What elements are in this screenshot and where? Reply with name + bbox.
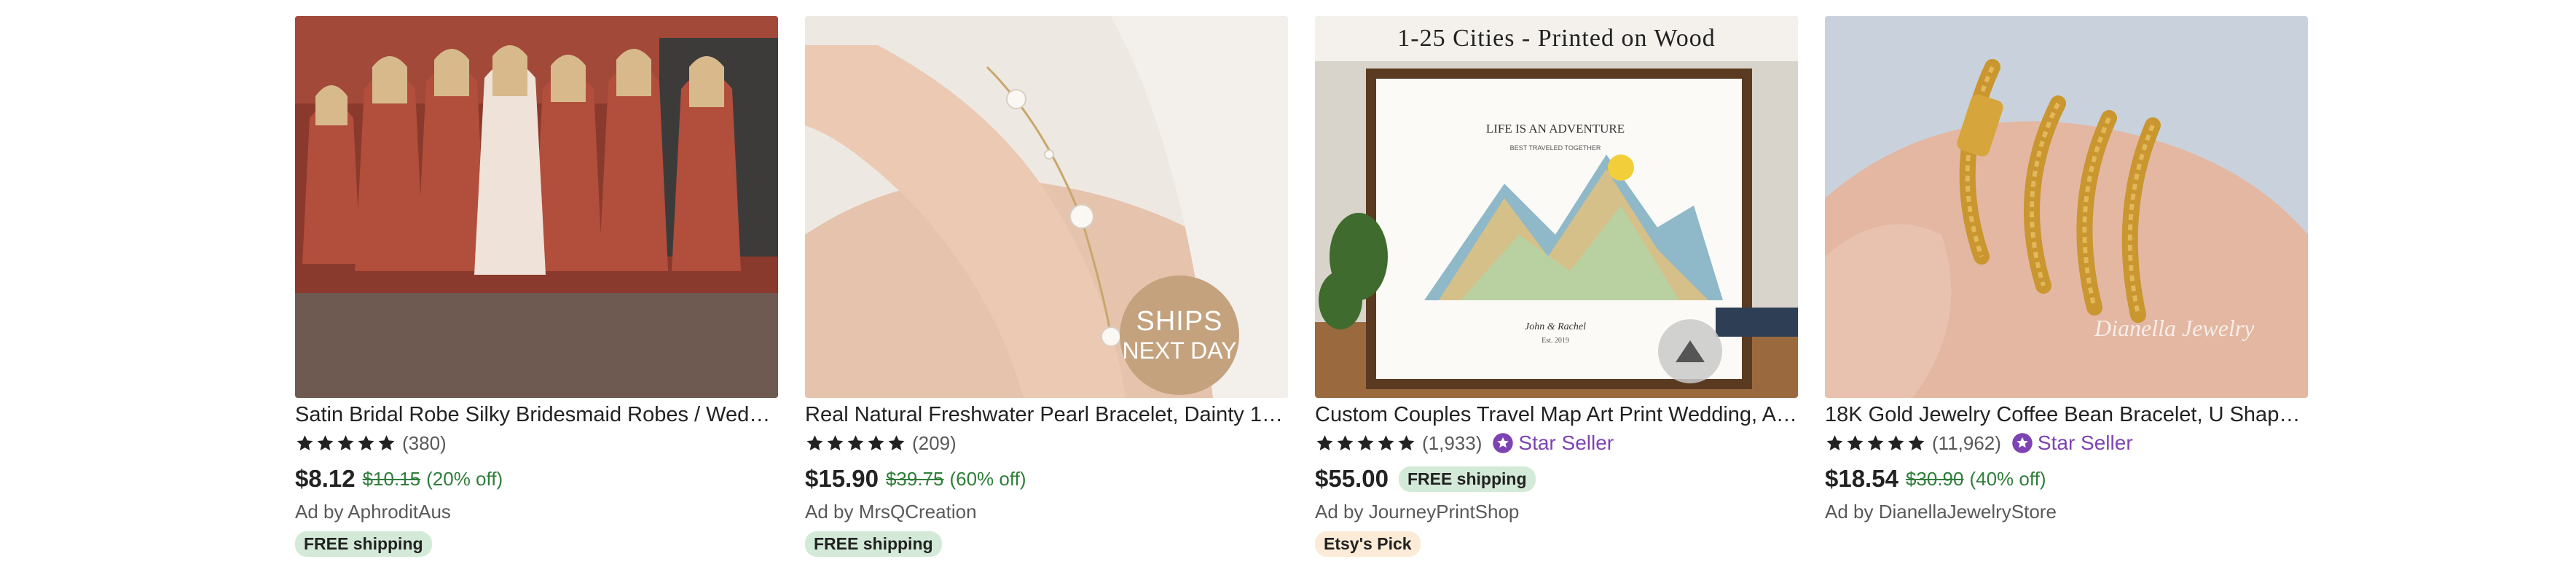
free-shipping-badge: FREE shipping bbox=[805, 531, 942, 557]
next-day-label: NEXT DAY bbox=[1122, 337, 1237, 364]
star-icon bbox=[847, 434, 864, 450]
star-icon bbox=[337, 434, 354, 450]
ships-label: SHIPS bbox=[1136, 306, 1223, 337]
star-rating bbox=[295, 434, 396, 453]
sale-price: $18.54 bbox=[1825, 465, 1898, 492]
listing-grid-row: Satin Bridal Robe Silky Bridesmaid Robes… bbox=[295, 16, 2308, 557]
star-icon bbox=[297, 434, 313, 450]
etsys-pick-badge: Etsy's Pick bbox=[1315, 531, 1421, 557]
rating-row: (209) bbox=[805, 429, 1288, 457]
star-seller-icon bbox=[1493, 433, 1514, 453]
review-count: (380) bbox=[402, 431, 447, 454]
print-subline: BEST TRAVELED TOGETHER bbox=[1510, 144, 1601, 152]
listing-card[interactable]: Satin Bridal Robe Silky Bridesmaid Robes… bbox=[295, 16, 778, 557]
listing-title[interactable]: Satin Bridal Robe Silky Bridesmaid Robes… bbox=[295, 402, 778, 428]
star-seller-icon bbox=[2012, 433, 2033, 453]
bridal-robes-photo bbox=[295, 16, 778, 398]
print-names: John & Rachel bbox=[1525, 321, 1586, 332]
print-est: Est. 2019 bbox=[1542, 337, 1569, 345]
discount-label: (40% off) bbox=[1969, 467, 2046, 490]
price-row: $55.00 FREE shipping bbox=[1315, 463, 1798, 495]
star-icon bbox=[1337, 434, 1354, 450]
rating-row: (11,962) Star Seller bbox=[1825, 429, 2308, 457]
print-headline: LIFE IS AN ADVENTURE bbox=[1486, 122, 1625, 136]
image-banner: 1-25 Cities - Printed on Wood bbox=[1315, 16, 1798, 61]
star-icon bbox=[806, 434, 823, 450]
free-shipping-badge: FREE shipping bbox=[295, 531, 432, 557]
listing-title[interactable]: 18K Gold Jewelry Coffee Bean Bracelet, U… bbox=[1825, 402, 2308, 428]
sale-price: $15.90 bbox=[805, 465, 879, 492]
price-row: $15.90 $39.75 (60% off) bbox=[805, 463, 1288, 495]
star-icon bbox=[358, 434, 374, 450]
listing-image[interactable] bbox=[295, 16, 778, 398]
star-rating bbox=[1825, 434, 1926, 453]
price-row: $18.54 $30.90 (40% off) bbox=[1825, 463, 2308, 495]
star-seller-label: Star Seller bbox=[1518, 431, 1614, 454]
original-price: $10.15 bbox=[362, 467, 421, 490]
listing-title[interactable]: Real Natural Freshwater Pearl Bracelet, … bbox=[805, 402, 1288, 428]
ad-by-shop[interactable]: Ad by MrsQCreation bbox=[805, 501, 1288, 525]
star-seller-label: Star Seller bbox=[2037, 431, 2133, 454]
star-seller-badge: Star Seller bbox=[2011, 431, 2133, 455]
star-icon bbox=[1908, 434, 1925, 450]
ad-by-shop[interactable]: Ad by DianellaJewelryStore bbox=[1825, 501, 2308, 525]
star-rating bbox=[805, 434, 906, 453]
original-price: $30.90 bbox=[1905, 467, 1964, 490]
original-price: $39.75 bbox=[885, 467, 944, 490]
star-icon bbox=[1888, 434, 1904, 450]
star-icon bbox=[1867, 434, 1884, 450]
listing-card[interactable]: SHIPS NEXT DAY Real Natural Freshwater P… bbox=[805, 16, 1288, 557]
star-icon bbox=[1847, 434, 1864, 450]
free-shipping-badge: FREE shipping bbox=[1398, 466, 1536, 492]
discount-label: (20% off) bbox=[426, 467, 503, 490]
listing-image[interactable]: SHIPS NEXT DAY bbox=[805, 16, 1288, 398]
star-icon bbox=[317, 434, 334, 450]
review-count: (1,933) bbox=[1422, 431, 1483, 454]
listing-title[interactable]: Custom Couples Travel Map Art Print Wedd… bbox=[1315, 402, 1798, 428]
star-icon bbox=[378, 434, 395, 450]
star-icon bbox=[1378, 434, 1394, 450]
star-icon bbox=[1316, 434, 1333, 450]
listing-card[interactable]: Dianella Jewelry 18K Gold Jewelry Coffee… bbox=[1825, 16, 2308, 557]
travel-map-print-photo: LIFE IS AN ADVENTURE BEST TRAVELED TOGET… bbox=[1315, 16, 1798, 398]
star-icon bbox=[827, 434, 844, 450]
rating-row: (1,933) Star Seller bbox=[1315, 429, 1798, 457]
listing-image[interactable]: Dianella Jewelry bbox=[1825, 16, 2308, 398]
star-rating bbox=[1315, 434, 1416, 453]
review-count: (11,962) bbox=[1932, 431, 2001, 454]
listing-image[interactable]: LIFE IS AN ADVENTURE BEST TRAVELED TOGET… bbox=[1315, 16, 1798, 398]
ad-by-shop[interactable]: Ad by AphroditAus bbox=[295, 501, 778, 525]
star-icon bbox=[888, 434, 905, 450]
listing-card[interactable]: LIFE IS AN ADVENTURE BEST TRAVELED TOGET… bbox=[1315, 16, 1798, 557]
ad-by-shop[interactable]: Ad by JourneyPrintShop bbox=[1315, 501, 1798, 525]
sale-price: $55.00 bbox=[1315, 465, 1389, 492]
star-icon bbox=[1826, 434, 1843, 450]
review-count: (209) bbox=[912, 431, 957, 454]
price-row: $8.12 $10.15 (20% off) bbox=[295, 463, 778, 495]
star-icon bbox=[868, 434, 884, 450]
sale-price: $8.12 bbox=[295, 465, 356, 492]
star-icon bbox=[1357, 434, 1374, 450]
discount-label: (60% off) bbox=[949, 467, 1026, 490]
image-watermark: Dianella Jewelry bbox=[2094, 315, 2255, 341]
star-seller-badge: Star Seller bbox=[1492, 431, 1614, 455]
star-icon bbox=[1398, 434, 1415, 450]
ships-next-day-badge: SHIPS NEXT DAY bbox=[1120, 275, 1239, 395]
rating-row: (380) bbox=[295, 429, 778, 457]
